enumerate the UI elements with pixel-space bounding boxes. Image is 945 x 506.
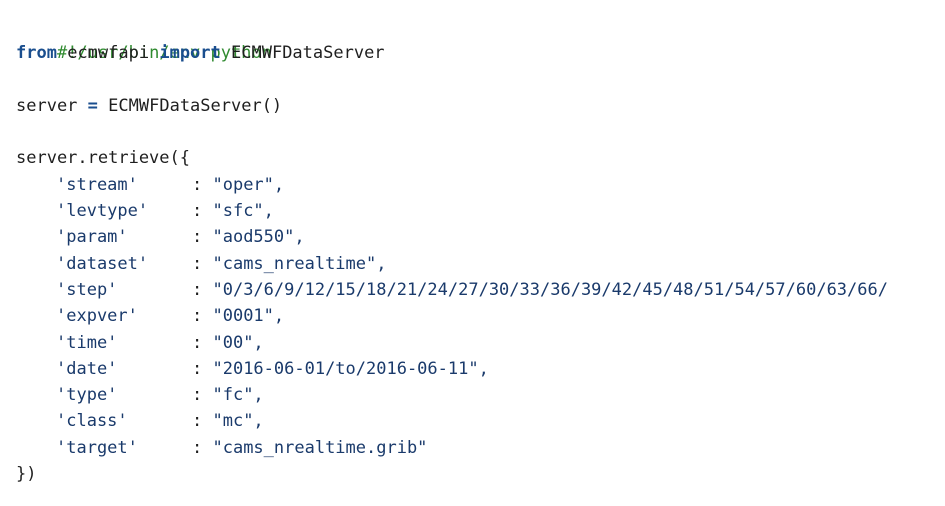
param-key: 'type' <box>56 385 118 406</box>
params-block: 'stream': "oper",'levtype': "sfc",'param… <box>16 172 945 461</box>
param-key: 'step' <box>56 279 118 300</box>
param-value: "cams_nrealtime", <box>212 253 387 274</box>
param-separator: : <box>192 227 213 248</box>
param-value: "00", <box>212 332 264 353</box>
import-keyword: import <box>159 43 221 64</box>
module-name: ecmwfapi <box>67 43 150 64</box>
param-value: "oper", <box>212 174 285 195</box>
param-key: 'dataset' <box>56 253 149 274</box>
server-variable: server <box>16 95 78 116</box>
param-line: 'time': "00", <box>16 330 945 356</box>
code-block: #!/usr/bin/env python from ecmwfapi impo… <box>0 0 945 506</box>
param-value: "aod550", <box>212 227 305 248</box>
param-value: "cams_nrealtime.grib" <box>212 437 428 458</box>
param-key: 'param' <box>56 227 128 248</box>
code-line-closing: }) <box>16 461 945 487</box>
imported-name: ECMWFDataServer <box>231 43 385 64</box>
code-line-shebang: #!/usr/bin/env python <box>16 14 945 63</box>
retrieve-call: server.retrieve({ <box>16 148 190 169</box>
param-value: "fc", <box>212 385 264 406</box>
param-separator: : <box>192 306 213 327</box>
param-key: 'expver' <box>56 306 138 327</box>
from-keyword: from <box>16 43 57 64</box>
param-separator: : <box>192 411 213 432</box>
param-value: "2016-06-01/to/2016-06-11", <box>212 358 489 379</box>
param-line: 'levtype': "sfc", <box>16 198 945 224</box>
code-line-blank-2 <box>16 119 945 145</box>
code-line-retrieve: server.retrieve({ <box>16 145 945 171</box>
param-line: 'stream': "oper", <box>16 172 945 198</box>
param-value: "sfc", <box>212 201 274 222</box>
param-line: 'date': "2016-06-01/to/2016-06-11", <box>16 356 945 382</box>
param-line: 'expver': "0001", <box>16 303 945 329</box>
param-key: 'stream' <box>56 174 138 195</box>
param-separator: : <box>192 358 213 379</box>
server-constructor: ECMWFDataServer() <box>108 95 283 116</box>
param-key: 'target' <box>56 437 138 458</box>
param-line: 'class': "mc", <box>16 408 945 434</box>
param-key: 'class' <box>56 411 128 432</box>
param-line: 'dataset': "cams_nrealtime", <box>16 251 945 277</box>
param-separator: : <box>192 253 213 274</box>
param-value: "0/3/6/9/12/15/18/21/24/27/30/33/36/39/4… <box>212 279 888 300</box>
param-value: "0001", <box>212 306 285 327</box>
closing-brackets: }) <box>16 464 37 485</box>
param-separator: : <box>192 332 213 353</box>
param-separator: : <box>192 279 213 300</box>
param-key: 'date' <box>56 358 118 379</box>
param-line: 'type': "fc", <box>16 382 945 408</box>
code-line-import: from ecmwfapi import ECMWFDataServer <box>16 40 945 66</box>
param-key: 'levtype' <box>56 201 149 222</box>
code-line-server-assign: server = ECMWFDataServer() <box>16 93 945 119</box>
assign-operator: = <box>87 95 98 116</box>
param-value: "mc", <box>212 411 264 432</box>
param-line: 'target': "cams_nrealtime.grib" <box>16 435 945 461</box>
param-separator: : <box>192 437 213 458</box>
param-separator: : <box>192 385 213 406</box>
code-line-blank-1 <box>16 67 945 93</box>
param-separator: : <box>192 201 213 222</box>
param-key: 'time' <box>56 332 118 353</box>
param-separator: : <box>192 174 213 195</box>
param-line: 'param': "aod550", <box>16 224 945 250</box>
param-line: 'step': "0/3/6/9/12/15/18/21/24/27/30/33… <box>16 277 945 303</box>
